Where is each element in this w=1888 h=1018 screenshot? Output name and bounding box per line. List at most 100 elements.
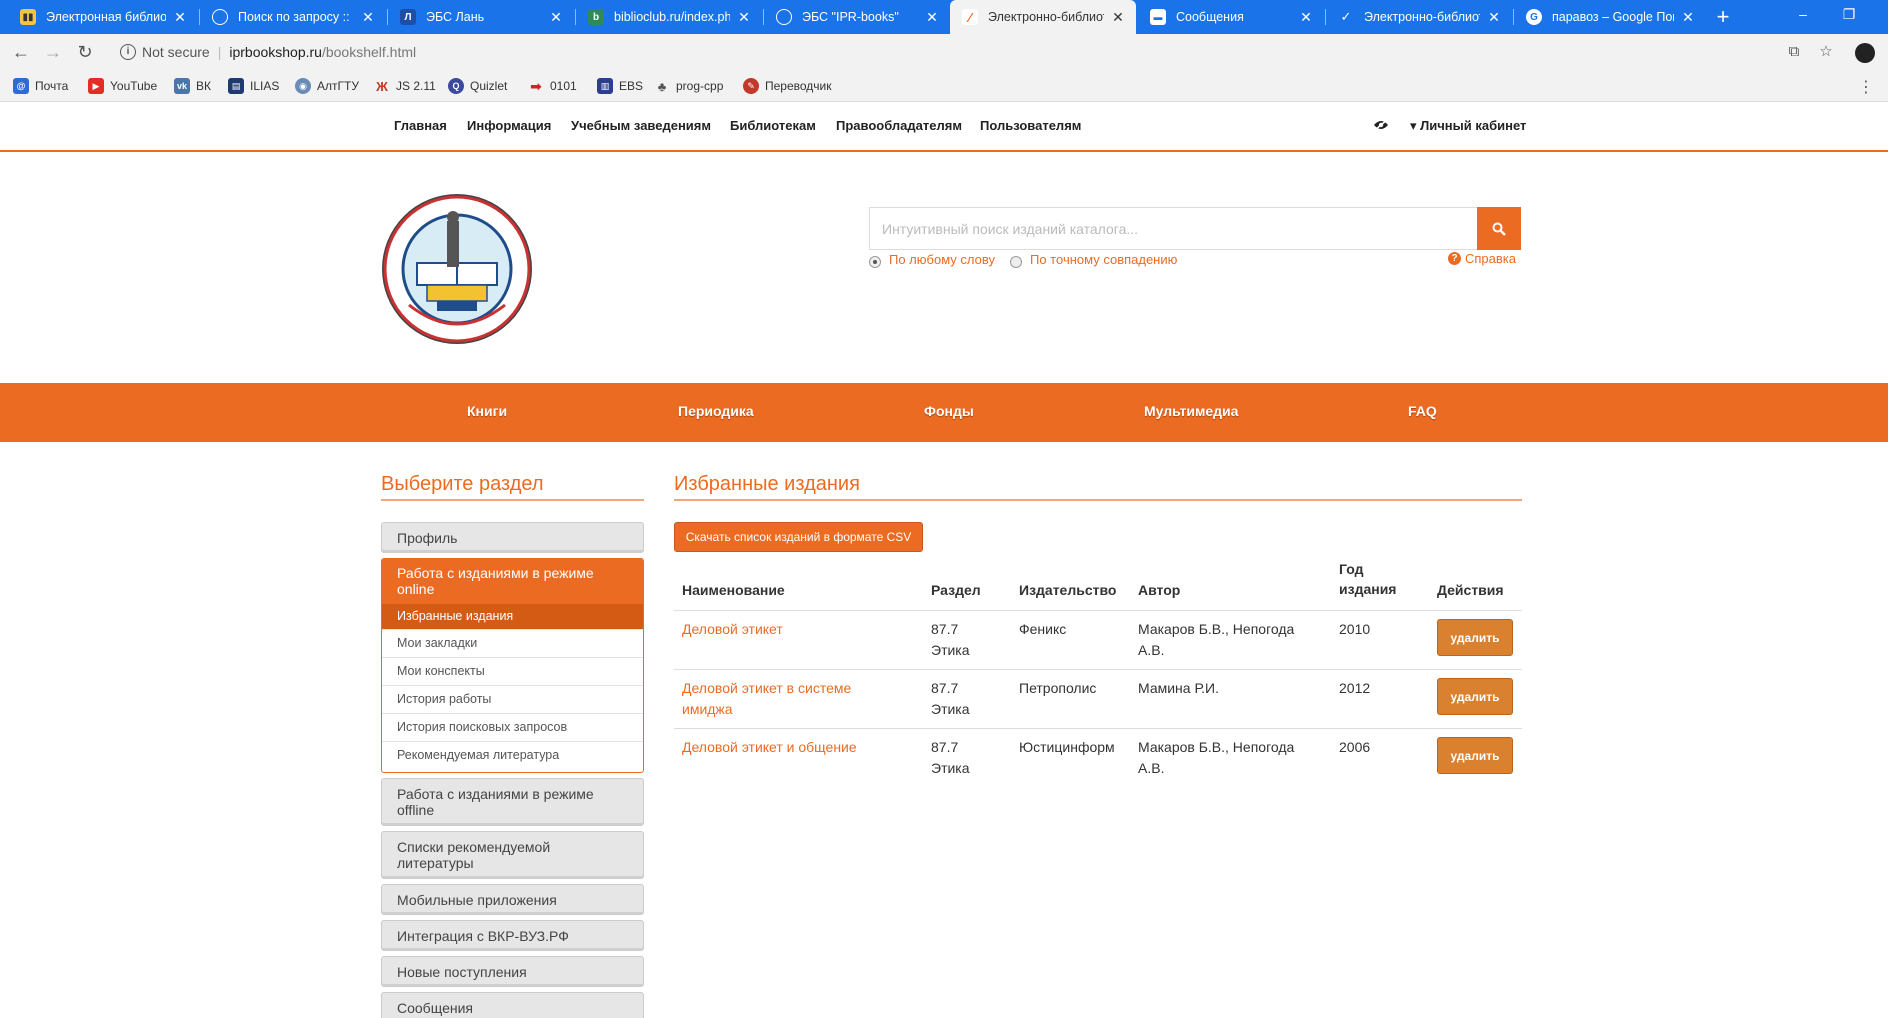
table-divider (674, 728, 1522, 729)
bookmark-vk[interactable]: vk ВК (174, 76, 211, 96)
sidebar-item-search-history[interactable]: История поисковых запросов (382, 713, 643, 741)
close-tab-icon[interactable]: ✕ (1110, 9, 1126, 26)
book-author: Макаров Б.В., Непогода А.В. (1138, 739, 1295, 776)
bookmark-translator[interactable]: ✎ Переводчик (743, 76, 832, 96)
menu-faq[interactable]: FAQ (1408, 403, 1437, 419)
column-header-year: Год издания (1339, 561, 1397, 597)
sidebar-item-notes[interactable]: Мои конспекты (382, 657, 643, 685)
sidebar-item-online[interactable]: Работа с изданиями в режиме online (382, 559, 643, 604)
google-favicon-icon: G (1526, 9, 1542, 25)
nav-info[interactable]: Информация (467, 118, 551, 133)
close-tab-icon[interactable]: ✕ (1680, 9, 1696, 26)
catalog-search-field[interactable] (869, 207, 1521, 250)
info-icon[interactable]: i (120, 44, 136, 60)
avatar[interactable] (1855, 43, 1875, 63)
sidebar-item-recommended-lists[interactable]: Списки рекомендуемой литературы (381, 831, 644, 879)
delete-button[interactable]: удалить (1437, 619, 1513, 656)
radio-any-word[interactable]: По любому слову (869, 252, 995, 268)
sidebar-item-recommended[interactable]: Рекомендуемая литература (382, 741, 643, 769)
close-tab-icon[interactable]: ✕ (1486, 9, 1502, 26)
globe-favicon-icon (776, 9, 792, 25)
sidebar-item-mobile[interactable]: Мобильные приложения (381, 884, 644, 915)
back-arrow-icon[interactable]: ← (8, 39, 34, 65)
search-input[interactable] (870, 208, 1521, 249)
site-top-nav: Главная Информация Учебным заведениям Би… (0, 102, 1888, 152)
restore-icon[interactable]: ❐ (1826, 0, 1872, 30)
book-year: 2012 (1339, 680, 1371, 696)
menu-multimedia[interactable]: Мультимедиа (1144, 403, 1238, 419)
menu-funds[interactable]: Фонды (924, 403, 974, 419)
sidebar-item-history[interactable]: История работы (382, 685, 643, 713)
browser-tab[interactable]: Л ЭБС Лань ✕ (388, 0, 574, 34)
translate-page-icon[interactable]: ⧉ (1785, 43, 1803, 61)
menu-books[interactable]: Книги (467, 403, 507, 419)
more-icon[interactable]: ⋮ (1858, 77, 1874, 97)
nav-libraries[interactable]: Библиотекам (730, 118, 816, 133)
close-tab-icon[interactable]: ✕ (736, 9, 752, 26)
nav-institutions[interactable]: Учебным заведениям (571, 118, 711, 133)
browser-tab[interactable]: Поиск по запросу :: Ка ✕ (200, 0, 386, 34)
bookmark-prog-cpp[interactable]: ♣ prog-cpp (654, 76, 724, 96)
bookmark-youtube[interactable]: ▶ YouTube (88, 76, 157, 96)
book-title-link[interactable]: Деловой этикет (682, 619, 912, 640)
book-title-link[interactable]: Деловой этикет и общение (682, 737, 912, 758)
browser-tab-active[interactable]: ⁄ Электронно-библиоте ✕ (950, 0, 1136, 34)
sidebar-item-new-arrivals[interactable]: Новые поступления (381, 956, 644, 987)
menu-periodicals[interactable]: Периодика (678, 403, 754, 419)
minimize-icon[interactable]: – (1780, 0, 1826, 30)
bookmark-quizlet[interactable]: Q Quizlet (448, 76, 507, 96)
url-field[interactable]: i Not secure | iprbookshop.ru /bookshelf… (108, 38, 1808, 66)
nav-home[interactable]: Главная (394, 118, 447, 133)
page-title: Избранные издания (674, 473, 860, 495)
lan-favicon-icon: Л (400, 9, 416, 25)
delete-button[interactable]: удалить (1437, 737, 1513, 774)
sidebar-item-messages[interactable]: Сообщения (381, 992, 644, 1018)
star-icon[interactable]: ☆ (1817, 43, 1835, 61)
close-tab-icon[interactable]: ✕ (360, 9, 376, 26)
browser-tab[interactable]: G паравоз – Google Пои ✕ (1514, 0, 1706, 34)
url-domain: iprbookshop.ru (229, 44, 322, 60)
bookmark-pochta[interactable]: @ Почта (13, 76, 68, 96)
sidebar-item-favorites[interactable]: Избранные издания (382, 604, 643, 629)
browser-tab[interactable]: ЭБС "IPR-books" ✕ (764, 0, 950, 34)
book-year: 2006 (1339, 739, 1371, 755)
sidebar-item-profile[interactable]: Профиль (381, 522, 644, 553)
book-section: 87.7 Этика (931, 621, 970, 658)
radio-button-unchecked[interactable] (1010, 255, 1022, 268)
browser-tab[interactable]: ✓ Электронно-библиоте ✕ (1326, 0, 1512, 34)
close-tab-icon[interactable]: ✕ (548, 9, 564, 26)
browser-tab[interactable]: b biblioclub.ru/index.php ✕ (576, 0, 762, 34)
nav-rightholders[interactable]: Правообладателям (836, 118, 962, 133)
nav-users[interactable]: Пользователям (980, 118, 1081, 133)
bookmarks-bar: @ Почта ▶ YouTube vk ВК ▤ ILIAS ◉ АлтГТУ… (0, 70, 1888, 102)
forward-arrow-icon[interactable]: → (40, 39, 66, 65)
bookmark-ebs[interactable]: ▥ EBS (597, 76, 643, 96)
browser-tab[interactable]: ▬ Сообщения ✕ (1138, 0, 1324, 34)
prog-icon: ♣ (657, 78, 667, 94)
book-title-link[interactable]: Деловой этикет в системе имиджа (682, 678, 902, 720)
bookmark-altgtu[interactable]: ◉ АлтГТУ (295, 76, 359, 96)
delete-button[interactable]: удалить (1437, 678, 1513, 715)
radio-exact-match[interactable]: По точному совпадению (1010, 252, 1177, 268)
help-link[interactable]: ? Справка (1448, 251, 1516, 266)
vk-icon: vk (174, 78, 190, 94)
bookmark-ilias[interactable]: ▤ ILIAS (228, 76, 279, 96)
download-csv-button[interactable]: Скачать список изданий в формате CSV (674, 522, 923, 552)
close-tab-icon[interactable]: ✕ (1298, 9, 1314, 26)
js-icon: Ж (376, 78, 388, 94)
low-vision-eye-icon[interactable] (1373, 118, 1389, 134)
bookmark-js[interactable]: Ж JS 2.11 (374, 76, 436, 96)
reload-icon[interactable]: ↻ (72, 39, 98, 65)
search-button[interactable] (1477, 207, 1521, 250)
bookmark-0101[interactable]: ➡ 0101 (528, 76, 577, 96)
new-tab-icon[interactable]: + (1710, 4, 1736, 30)
sidebar-item-bookmarks[interactable]: Мои закладки (382, 629, 643, 657)
radio-button-checked[interactable] (869, 255, 881, 268)
close-tab-icon[interactable]: ✕ (924, 9, 940, 26)
sidebar-item-offline[interactable]: Работа с изданиями в режиме offline (381, 778, 644, 826)
university-logo[interactable] (381, 193, 533, 345)
close-tab-icon[interactable]: ✕ (172, 9, 188, 26)
sidebar-item-integration[interactable]: Интеграция с ВКР-ВУЗ.РФ (381, 920, 644, 951)
personal-cabinet-link[interactable]: ▾ Личный кабинет (1410, 118, 1526, 134)
browser-tab[interactable]: ▮▮ Электронная библиот ✕ (8, 0, 198, 34)
